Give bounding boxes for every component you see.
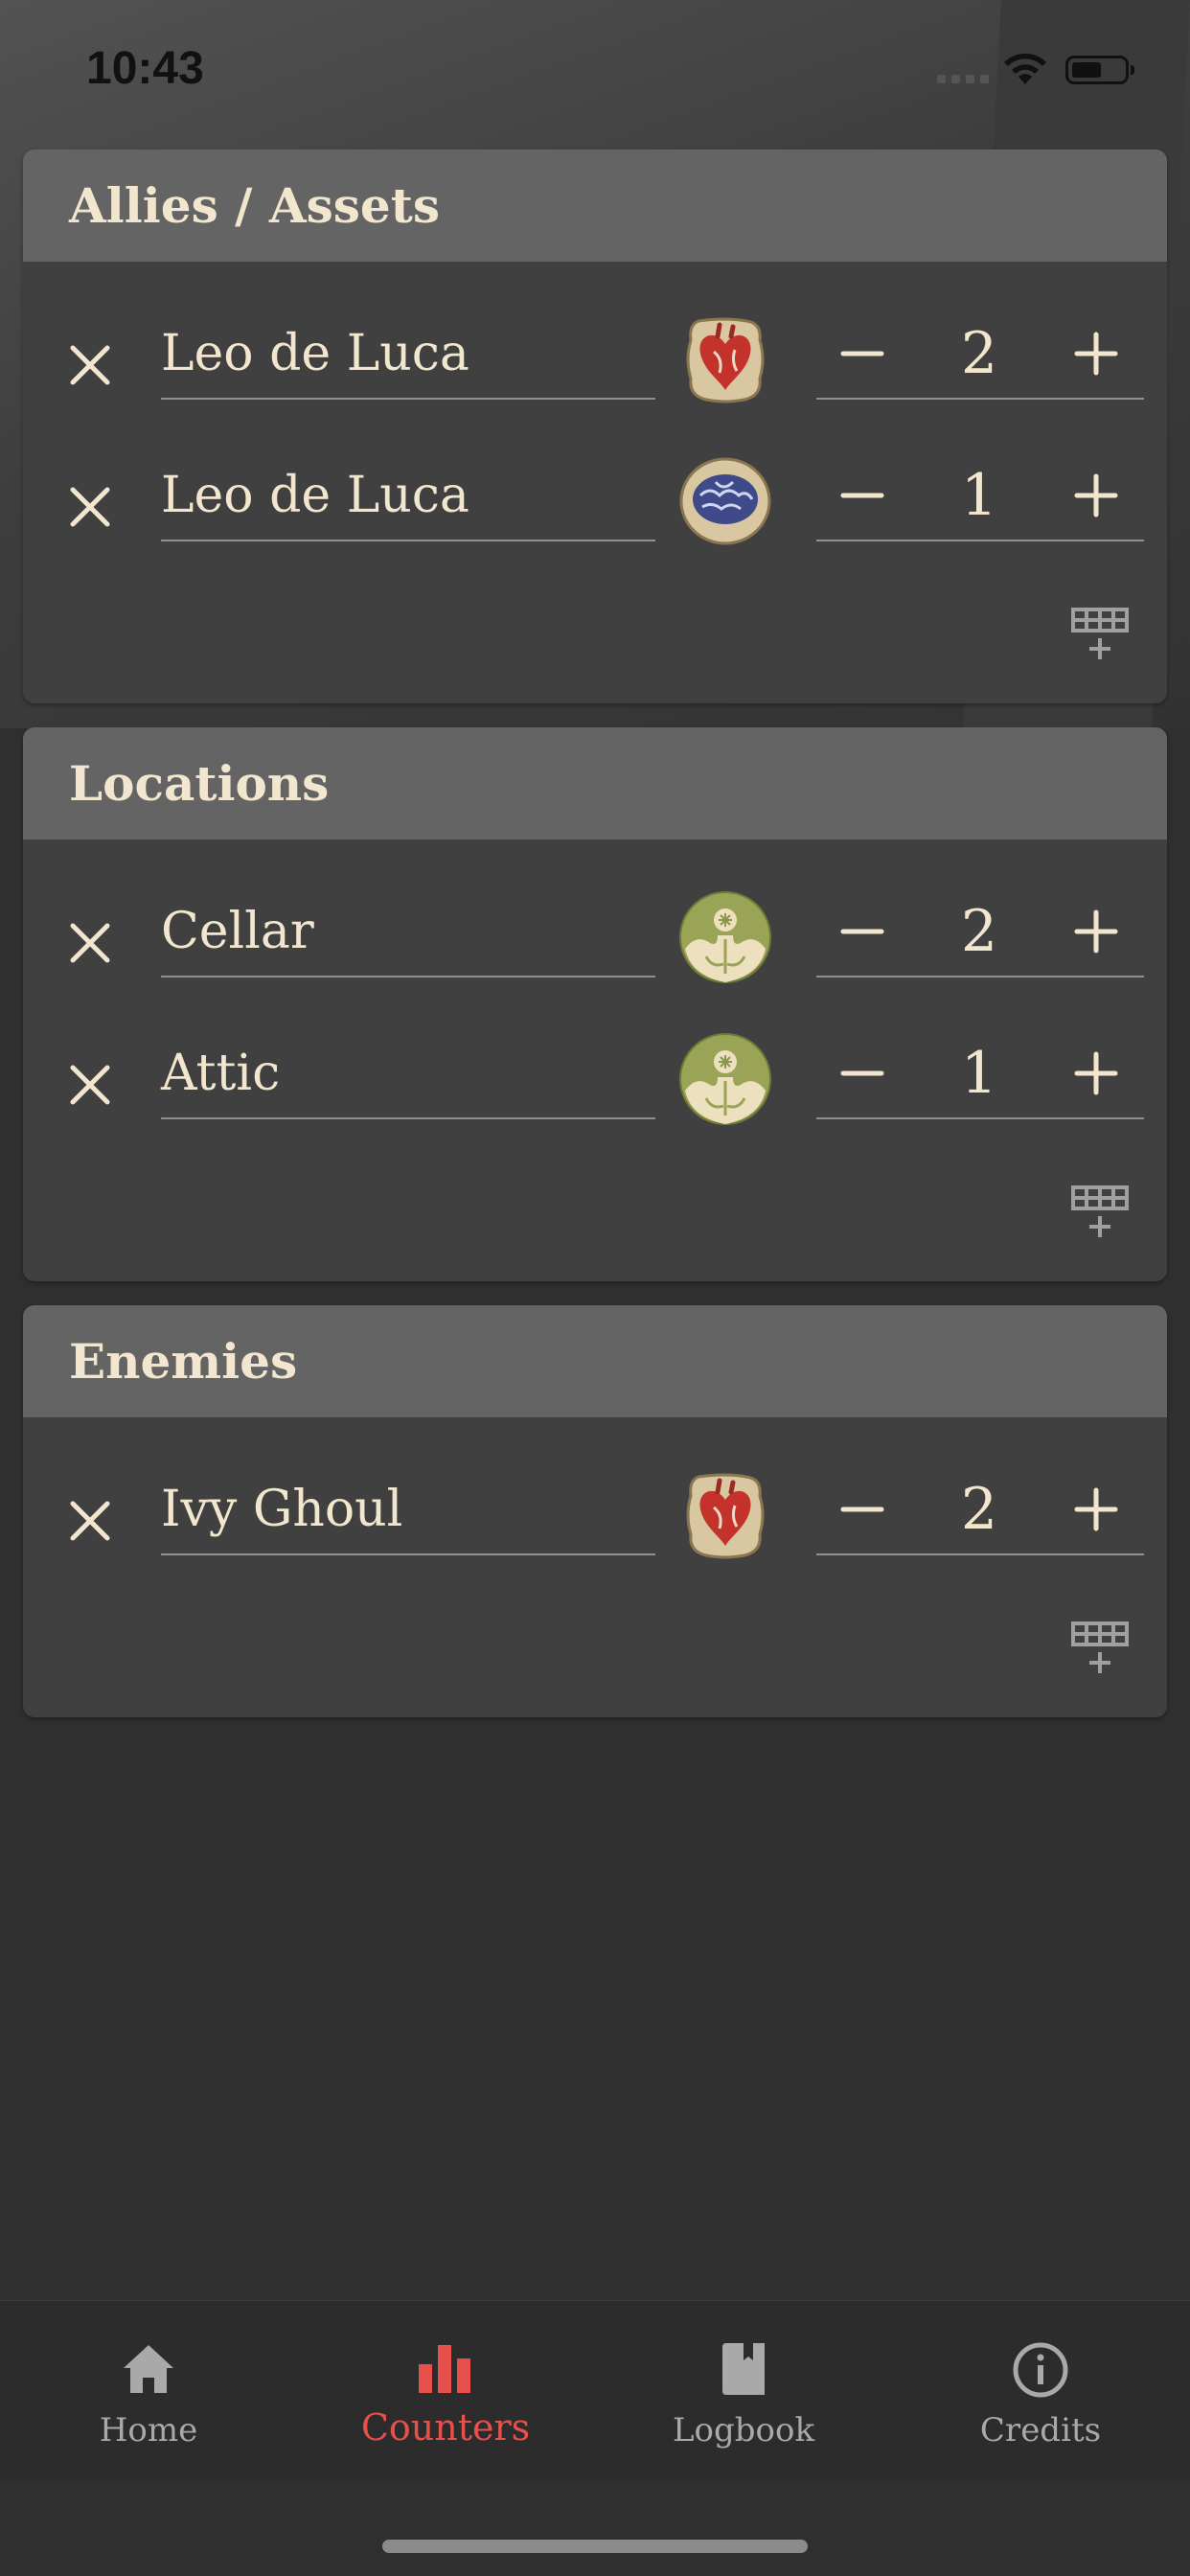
add-row-icon[interactable] — [1071, 1185, 1129, 1239]
name-field[interactable]: Leo de Luca — [161, 449, 655, 541]
minus-icon[interactable] — [837, 907, 887, 956]
tab-label: Logbook — [672, 2411, 815, 2450]
name-field[interactable]: Cellar — [161, 886, 655, 978]
plus-icon[interactable] — [1071, 1048, 1121, 1098]
counter-control: 2 — [816, 1463, 1144, 1555]
tab-credits[interactable]: Credits — [892, 2301, 1189, 2479]
minus-icon[interactable] — [837, 329, 887, 379]
counter-row: Cellar 2 — [23, 870, 1167, 1012]
counter-value: 2 — [960, 898, 998, 965]
counter-control: 1 — [816, 449, 1144, 541]
minus-icon[interactable] — [837, 1484, 887, 1534]
section-title: Enemies — [23, 1305, 1167, 1417]
plus-icon[interactable] — [1071, 471, 1121, 520]
minus-icon[interactable] — [837, 1048, 887, 1098]
counter-value: 2 — [960, 320, 998, 387]
clue-token-icon[interactable] — [677, 889, 773, 985]
counter-value: 1 — [960, 1040, 998, 1107]
heart-token-icon[interactable] — [677, 311, 773, 407]
counter-control: 2 — [816, 886, 1144, 978]
panel-locations: Locations Cellar 2 Attic 1 — [23, 727, 1167, 1281]
plus-icon[interactable] — [1071, 907, 1121, 956]
tab-label: Credits — [979, 2411, 1102, 2450]
wifi-icon — [1004, 53, 1046, 84]
bar-chart-icon — [419, 2345, 470, 2393]
clue-token-icon[interactable] — [677, 1031, 773, 1127]
tab-bar: Home Counters Logbook Credits — [0, 2300, 1190, 2479]
plus-icon[interactable] — [1071, 1484, 1121, 1534]
counter-value: 1 — [960, 462, 998, 529]
counter-control: 1 — [816, 1027, 1144, 1119]
name-field[interactable]: Ivy Ghoul — [161, 1463, 655, 1555]
heart-token-icon[interactable] — [677, 1467, 773, 1563]
remove-icon[interactable] — [65, 482, 115, 532]
counter-row: Attic 1 — [23, 1012, 1167, 1154]
home-indicator[interactable] — [382, 2540, 808, 2553]
tab-counters[interactable]: Counters — [297, 2301, 594, 2479]
remove-icon[interactable] — [65, 1496, 115, 1546]
add-row-icon[interactable] — [1071, 608, 1129, 661]
counter-row: Ivy Ghoul 2 — [23, 1448, 1167, 1590]
plus-icon[interactable] — [1071, 329, 1121, 379]
tab-label: Home — [99, 2411, 198, 2450]
tab-home[interactable]: Home — [0, 2301, 297, 2479]
add-row-icon[interactable] — [1071, 1622, 1129, 1675]
panel-allies-assets: Allies / Assets Leo de Luca 2 Leo de Luc… — [23, 150, 1167, 703]
counter-row: Leo de Luca 2 — [23, 292, 1167, 434]
status-bar: 10:43 — [0, 0, 1190, 144]
counter-value: 2 — [960, 1476, 998, 1543]
brain-token-icon[interactable] — [677, 453, 773, 549]
info-icon — [1013, 2342, 1068, 2398]
name-field[interactable]: Leo de Luca — [161, 308, 655, 400]
signal-icon — [937, 75, 989, 83]
status-time: 10:43 — [86, 43, 204, 94]
minus-icon[interactable] — [837, 471, 887, 520]
battery-icon — [1065, 56, 1134, 84]
remove-icon[interactable] — [65, 340, 115, 390]
home-icon — [124, 2345, 173, 2393]
counter-control: 2 — [816, 308, 1144, 400]
section-title: Allies / Assets — [23, 150, 1167, 262]
remove-icon[interactable] — [65, 918, 115, 968]
panel-enemies: Enemies Ivy Ghoul 2 — [23, 1305, 1167, 1717]
section-title: Locations — [23, 727, 1167, 840]
counter-row: Leo de Luca 1 — [23, 434, 1167, 576]
name-field[interactable]: Attic — [161, 1027, 655, 1119]
tab-logbook[interactable]: Logbook — [595, 2301, 892, 2479]
book-icon — [722, 2343, 765, 2395]
remove-icon[interactable] — [65, 1060, 115, 1110]
tab-label: Counters — [360, 2406, 531, 2449]
